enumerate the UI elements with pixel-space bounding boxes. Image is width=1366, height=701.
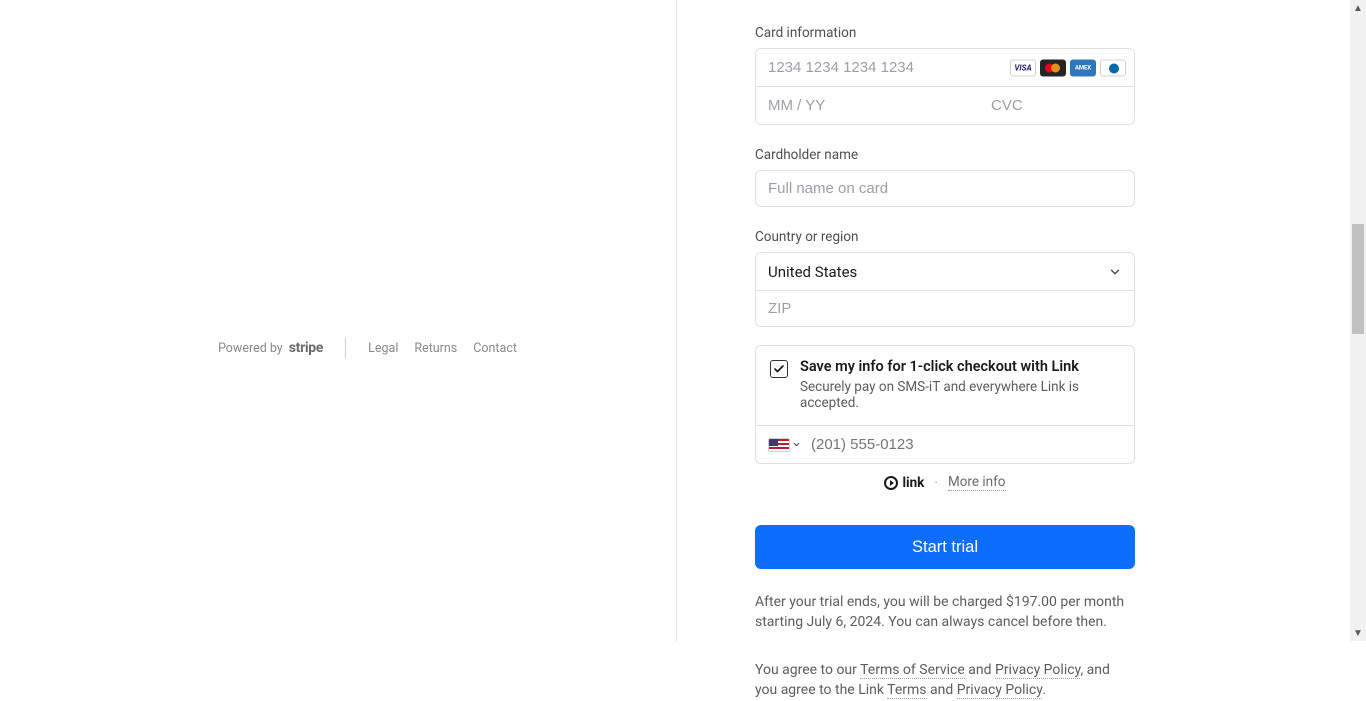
- expiry-input[interactable]: [756, 87, 979, 124]
- scrollbar-thumb[interactable]: [1352, 224, 1364, 334]
- cvc-input[interactable]: [979, 87, 1135, 124]
- link-separator: ·: [934, 475, 938, 491]
- phone-country-select[interactable]: [768, 438, 801, 452]
- agree-part1: You agree to our: [755, 662, 860, 678]
- link-privacy-link[interactable]: Privacy Policy: [957, 682, 1042, 699]
- agree-and1: and: [965, 662, 995, 678]
- link-caption: link · More info: [755, 474, 1135, 491]
- payment-form: Card information VISA AMEX 123: [755, 0, 1135, 701]
- stripe-logo: stripe: [289, 340, 323, 356]
- link-logo: link: [884, 475, 924, 491]
- left-pane: Powered by stripe Legal Returns Contact: [0, 0, 676, 641]
- link-terms-link[interactable]: Terms: [887, 682, 926, 699]
- card-brand-icons: VISA AMEX: [1010, 59, 1126, 76]
- agreement-text: You agree to our Terms of Service and Pr…: [755, 660, 1135, 701]
- link-title: Save my info for 1-click checkout with L…: [800, 358, 1120, 375]
- country-group: United States: [755, 252, 1135, 327]
- country-label: Country or region: [755, 229, 1135, 245]
- country-select[interactable]: United States: [756, 253, 1134, 290]
- link-subtitle: Securely pay on SMS-iT and everywhere Li…: [800, 379, 1120, 411]
- card-group: VISA AMEX 123: [755, 48, 1135, 125]
- phone-input[interactable]: [811, 436, 1122, 453]
- legal-link[interactable]: Legal: [368, 341, 398, 356]
- zip-input[interactable]: [756, 290, 1134, 326]
- card-info-label: Card information: [755, 25, 1135, 41]
- scrollbar-up-arrow[interactable]: ▲: [1350, 0, 1366, 16]
- country-value: United States: [768, 263, 857, 281]
- us-flag-icon: [768, 438, 790, 452]
- powered-by-stripe[interactable]: Powered by stripe: [218, 340, 323, 356]
- scrollbar[interactable]: ▲ ▼: [1350, 0, 1366, 641]
- mastercard-icon: [1040, 59, 1066, 76]
- returns-link[interactable]: Returns: [414, 341, 457, 356]
- amex-icon: AMEX: [1070, 59, 1096, 76]
- agree-and2: and: [927, 682, 957, 698]
- post-trial-text: After your trial ends, you will be charg…: [755, 593, 1135, 632]
- start-trial-button[interactable]: Start trial: [755, 525, 1135, 569]
- link-more-info[interactable]: More info: [948, 474, 1006, 491]
- vertical-divider: [676, 0, 677, 641]
- link-checkbox[interactable]: [770, 360, 788, 378]
- chevron-down-icon: [1108, 265, 1122, 279]
- cardholder-input[interactable]: [755, 170, 1135, 207]
- cardholder-label: Cardholder name: [755, 147, 1135, 163]
- visa-icon: VISA: [1010, 59, 1036, 76]
- privacy-link[interactable]: Privacy Policy: [995, 662, 1080, 679]
- footer-row: Powered by stripe Legal Returns Contact: [218, 338, 517, 358]
- scrollbar-down-arrow[interactable]: ▼: [1350, 625, 1366, 641]
- link-brand-text: link: [902, 475, 924, 491]
- powered-by-text: Powered by: [218, 341, 283, 356]
- link-save-box: Save my info for 1-click checkout with L…: [755, 345, 1135, 464]
- footer-divider: [345, 338, 346, 358]
- link-play-icon: [884, 476, 898, 490]
- agree-period: .: [1042, 682, 1046, 698]
- diners-icon: [1100, 59, 1126, 76]
- tos-link[interactable]: Terms of Service: [860, 662, 965, 679]
- contact-link[interactable]: Contact: [473, 341, 517, 356]
